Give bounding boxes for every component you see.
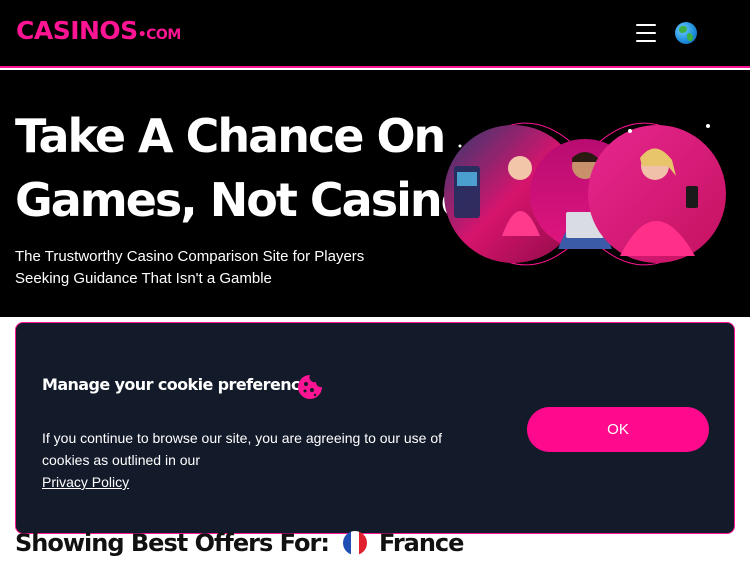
sparkle: [628, 129, 632, 133]
logo-tld-text: COM: [146, 27, 181, 43]
globe-icon[interactable]: [675, 22, 697, 44]
cookie-title: Manage your cookie preference: [42, 375, 311, 394]
hero-illustration: [444, 122, 726, 266]
ok-button[interactable]: OK: [527, 407, 709, 452]
logo-main-text: CASINOS: [16, 16, 138, 45]
hero-title-line1: Take A Chance On: [15, 109, 446, 163]
hamburger-icon[interactable]: [636, 24, 656, 42]
logo-dot: •: [137, 27, 147, 43]
offers-heading: Showing Best Offers For: France: [15, 526, 464, 560]
france-flag-icon: [342, 531, 367, 555]
menu-bar: [636, 32, 656, 34]
privacy-policy-link[interactable]: Privacy Policy: [42, 474, 129, 490]
cookie-message-line1: If you continue to browse our site, you …: [42, 430, 443, 446]
hero-section: Take A Chance On Games, Not Casinos The …: [0, 70, 750, 317]
hero-subtitle-line1: The Trustworthy Casino Comparison Site f…: [15, 248, 365, 265]
site-logo[interactable]: CASINOS•COM: [16, 16, 181, 45]
cookie-message-line2: cookies as outlined in our: [42, 452, 200, 468]
slot-screen: [457, 172, 477, 186]
hero-subtitle-line2: Seeking Guidance That Isn't a Gamble: [15, 270, 272, 287]
hero-subtitle: The Trustworthy Casino Comparison Site f…: [15, 246, 395, 290]
menu-bar: [636, 40, 656, 42]
hero-title: Take A Chance On Games, Not Casinos: [15, 104, 498, 232]
menu-bar: [636, 24, 656, 26]
globe-land: [687, 33, 693, 41]
cookie-message: If you continue to browse our site, you …: [42, 427, 482, 493]
sparkle: [706, 124, 710, 128]
offers-country[interactable]: France: [379, 529, 464, 557]
offers-label: Showing Best Offers For:: [15, 529, 330, 557]
globe-land: [679, 26, 687, 33]
cookie-banner: Manage your cookie preference If you con…: [15, 322, 735, 534]
site-header: CASINOS•COM: [0, 0, 750, 68]
hero-title-line2: Games, Not Casinos: [15, 173, 498, 227]
woman-head: [508, 156, 532, 180]
cookie-icon: [298, 375, 322, 399]
phone: [686, 186, 698, 208]
sparkle: [458, 144, 462, 148]
